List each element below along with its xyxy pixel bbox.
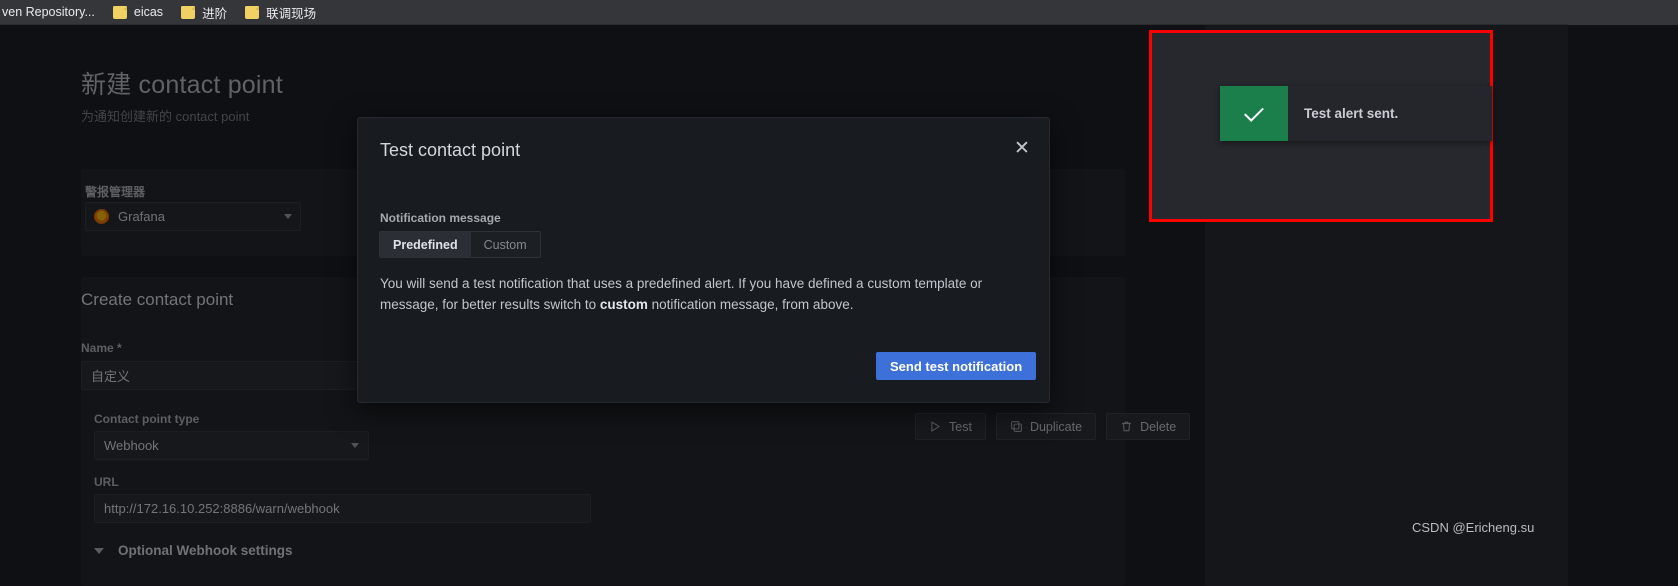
modal-body-bold: custom (599, 297, 648, 312)
test-contact-point-modal: Test contact point ✕ Notification messag… (357, 117, 1050, 403)
notification-message-radio-group: Predefined Custom (379, 231, 541, 258)
modal-title: Test contact point (380, 140, 521, 160)
toast-icon-area (1220, 86, 1288, 141)
close-icon[interactable]: ✕ (1012, 138, 1032, 158)
folder-icon (112, 5, 127, 19)
screen: ven Repository... eicas 进阶 联调现场 新建 conta… (0, 0, 1678, 586)
watermark: CSDN @Ericheng.su (1412, 520, 1535, 535)
bookmark-label: 联调现场 (266, 6, 317, 21)
modal-body-part2: notification message, from above. (647, 297, 854, 312)
bookmark-item-liantiao[interactable]: 联调现场 (236, 0, 325, 25)
bookmark-item-jinjie[interactable]: 进阶 (172, 0, 236, 25)
send-test-notification-button[interactable]: Send test notification (876, 352, 1037, 380)
bookmark-item-maven[interactable]: ven Repository... (0, 0, 104, 25)
bookmark-item-eicas[interactable]: eicas (104, 0, 172, 25)
folder-icon (245, 5, 260, 19)
content-column: 新建 contact point 为通知创建新的 contact point 警… (0, 25, 1205, 586)
check-icon (1244, 101, 1264, 122)
radio-option-custom[interactable]: Custom (471, 232, 540, 257)
toast-notification[interactable]: Test alert sent. (1220, 86, 1492, 141)
page-right-gutter (1568, 25, 1678, 586)
bookmark-bar: ven Repository... eicas 进阶 联调现场 (0, 0, 1568, 25)
bookmark-label: eicas (133, 5, 164, 19)
bookmark-label: 进阶 (202, 6, 228, 21)
bookmark-label: ven Repository... (2, 5, 95, 19)
notification-message-label: Notification message (380, 211, 501, 225)
folder-icon (181, 5, 196, 19)
bookmark-bar-spacer (1568, 0, 1678, 25)
modal-body-text: You will send a test notification that u… (380, 273, 990, 315)
radio-option-predefined[interactable]: Predefined (380, 232, 471, 257)
toast-message: Test alert sent. (1304, 106, 1399, 121)
